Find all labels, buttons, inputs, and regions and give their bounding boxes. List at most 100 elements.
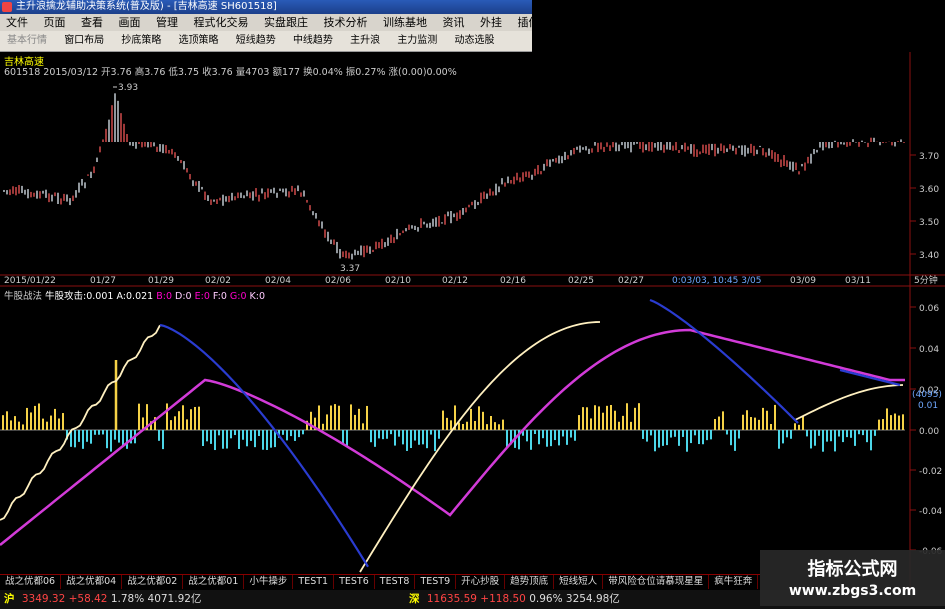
cream-signal-line	[794, 384, 904, 421]
price-tick-label: 3.50	[919, 218, 939, 228]
menu-view[interactable]: 查看	[75, 14, 109, 31]
menu-page[interactable]: 页面	[38, 14, 72, 31]
window-titlebar: 主升浪擒龙辅助决策系统(普及版) - [吉林高速 SH601518]	[0, 0, 532, 14]
toolbar-mid-trend[interactable]: 中线趋势	[286, 31, 340, 51]
period-label: 5分钟	[914, 274, 938, 286]
sz-index: 11635.59	[426, 593, 477, 605]
ind-tick-label: -0.02	[919, 467, 942, 477]
indicator-value: B:0	[153, 291, 172, 302]
menu-addons[interactable]: 外挂	[474, 14, 508, 31]
toolbar-basic-quote[interactable]: 基本行情	[0, 31, 54, 51]
date-tick-label: 03/09	[790, 276, 816, 286]
magenta-signal-line	[0, 328, 905, 546]
menu-training[interactable]: 训练基地	[377, 14, 433, 31]
toolbar-main-force[interactable]: 主力监测	[390, 31, 444, 51]
date-tick-label: 02/25	[568, 276, 594, 286]
tab-formula-1[interactable]: 战之优都06	[0, 575, 62, 589]
stock-info-line: 601518 2015/03/12 开3.76 高3.76 低3.75 收3.7…	[4, 67, 457, 78]
toolbar-dynamic-pick[interactable]: 动态选股	[448, 31, 502, 51]
formula-tabs: 战之优都06 战之优都04 战之优都02 战之优都01 小牛操步 TEST1 TEST6 TE…	[0, 574, 760, 589]
menu-bar: 文件 页面 查看 画面 管理 程式化交易 实盘跟庄 技术分析 训练基地 资讯 外…	[0, 14, 532, 31]
toolbar: 基本行情 窗口布局 抄底策略 选顶策略 短线趋势 中线趋势 主升浪 主力监测 动…	[0, 31, 532, 52]
ind-tick-label: 0.02	[919, 386, 939, 396]
tab-formula-10[interactable]: 开心抄股	[456, 575, 506, 589]
menu-screen[interactable]: 画面	[113, 14, 147, 31]
date-tick-label: 02/27	[618, 276, 644, 286]
date-tick-label: 01/29	[148, 276, 174, 286]
tab-formula-8[interactable]: TEST8	[375, 575, 416, 589]
toolbar-main-wave[interactable]: 主升浪	[343, 31, 387, 51]
date-tick-label: 02/06	[325, 276, 351, 286]
menu-manage[interactable]: 管理	[150, 14, 184, 31]
date-tick-label: 0:03/03, 10:45 3/05	[672, 276, 761, 286]
indicator-value: A:0.021	[113, 291, 154, 302]
indicator-value: 牛股攻击:0.001	[45, 291, 114, 302]
chart-area[interactable]: 3.93 3.37 2015/01/22 01/27 01/29 02/02 02/04 0…	[0, 0, 945, 609]
ind-tick-label: 0.06	[919, 304, 939, 314]
watermark-url: www.zbgs3.com	[788, 583, 917, 599]
tab-formula-7[interactable]: TEST6	[334, 575, 375, 589]
tab-formula-2[interactable]: 战之优都04	[61, 575, 123, 589]
sh-label: 沪	[4, 593, 15, 605]
toolbar-top-strategy[interactable]: 选顶策略	[172, 31, 226, 51]
date-tick-label: 02/02	[205, 276, 231, 286]
price-tick-label: 3.60	[919, 185, 939, 195]
menu-tech-analysis[interactable]: 技术分析	[318, 14, 374, 31]
tab-formula-12[interactable]: 短线短人	[554, 575, 604, 589]
tab-formula-5[interactable]: 小牛操步	[244, 575, 294, 589]
toolbar-window-layout[interactable]: 窗口布局	[57, 31, 111, 51]
price-tick-label: 3.70	[919, 152, 939, 162]
indicator-value: E:0	[191, 291, 210, 302]
sz-pct: 0.96%	[529, 593, 563, 605]
indicator-value: D:0	[172, 291, 192, 302]
tab-formula-6[interactable]: TEST1	[293, 575, 335, 589]
low-annotation: 3.37	[340, 264, 360, 274]
blue-signal-line	[839, 368, 901, 387]
date-tick-label: 01/27	[90, 276, 116, 286]
tab-formula-14[interactable]: 疯牛狂奔	[709, 575, 759, 589]
tab-formula-3[interactable]: 战之优都02	[122, 575, 184, 589]
indicator-value: G:0	[226, 291, 247, 302]
date-tick-label: 02/12	[442, 276, 468, 286]
toolbar-bottom-strategy[interactable]: 抄底策略	[114, 31, 168, 51]
indicator-value: K:0	[246, 291, 266, 302]
date-tick-label: 03/11	[845, 276, 871, 286]
date-tick-label: 2015/01/22	[4, 276, 56, 286]
ind-tick-label: -0.04	[919, 507, 943, 517]
date-tick-label: 02/16	[500, 276, 526, 286]
sz-change: +118.50	[480, 593, 526, 605]
menu-file[interactable]: 文件	[0, 14, 34, 31]
tab-formula-11[interactable]: 趋势顶底	[505, 575, 555, 589]
price-tick-label: 3.40	[919, 251, 939, 261]
indicator-value: F:0	[209, 291, 227, 302]
cream-signal-line	[359, 321, 601, 573]
menu-program-trade[interactable]: 程式化交易	[188, 14, 255, 31]
indicator-name: 牛股战法	[4, 291, 43, 302]
window-title: 主升浪擒龙辅助决策系统(普及版) - [吉林高速 SH601518]	[16, 1, 277, 12]
date-tick-label: 02/10	[385, 276, 411, 286]
app-icon	[2, 2, 12, 12]
sh-amount: 4071.92亿	[147, 593, 202, 605]
tab-formula-13[interactable]: 带风险仓位请慕现星星	[603, 575, 710, 589]
indicator-header: 牛股战法 牛股攻击:0.001 A:0.021 B:0 D:0 E:0 F:0 …	[4, 288, 265, 302]
ind-tick-label: 0.00	[919, 427, 939, 437]
menu-live-follow[interactable]: 实盘跟庄	[258, 14, 314, 31]
tab-formula-9[interactable]: TEST9	[415, 575, 457, 589]
watermark: 指标公式网 www.zbgs3.com	[760, 550, 945, 606]
sh-index: 3349.32	[21, 593, 66, 605]
blue-signal-line	[649, 298, 799, 424]
watermark-title: 指标公式网	[807, 559, 898, 580]
sz-label: 深	[409, 593, 420, 605]
cream-signal-line	[0, 324, 161, 521]
tab-formula-4[interactable]: 战之优都01	[183, 575, 245, 589]
sh-change: +58.42	[68, 593, 108, 605]
ind-tick-label: 0.04	[919, 345, 939, 355]
menu-plugins[interactable]: 插件	[512, 14, 533, 31]
blue-signal-line	[159, 323, 369, 568]
date-tick-label: 02/04	[265, 276, 291, 286]
menu-news[interactable]: 资讯	[437, 14, 471, 31]
sz-amount: 3254.98亿	[565, 593, 620, 605]
toolbar-short-trend[interactable]: 短线趋势	[229, 31, 283, 51]
sh-pct: 1.78%	[110, 593, 145, 605]
high-annotation: 3.93	[118, 83, 138, 93]
